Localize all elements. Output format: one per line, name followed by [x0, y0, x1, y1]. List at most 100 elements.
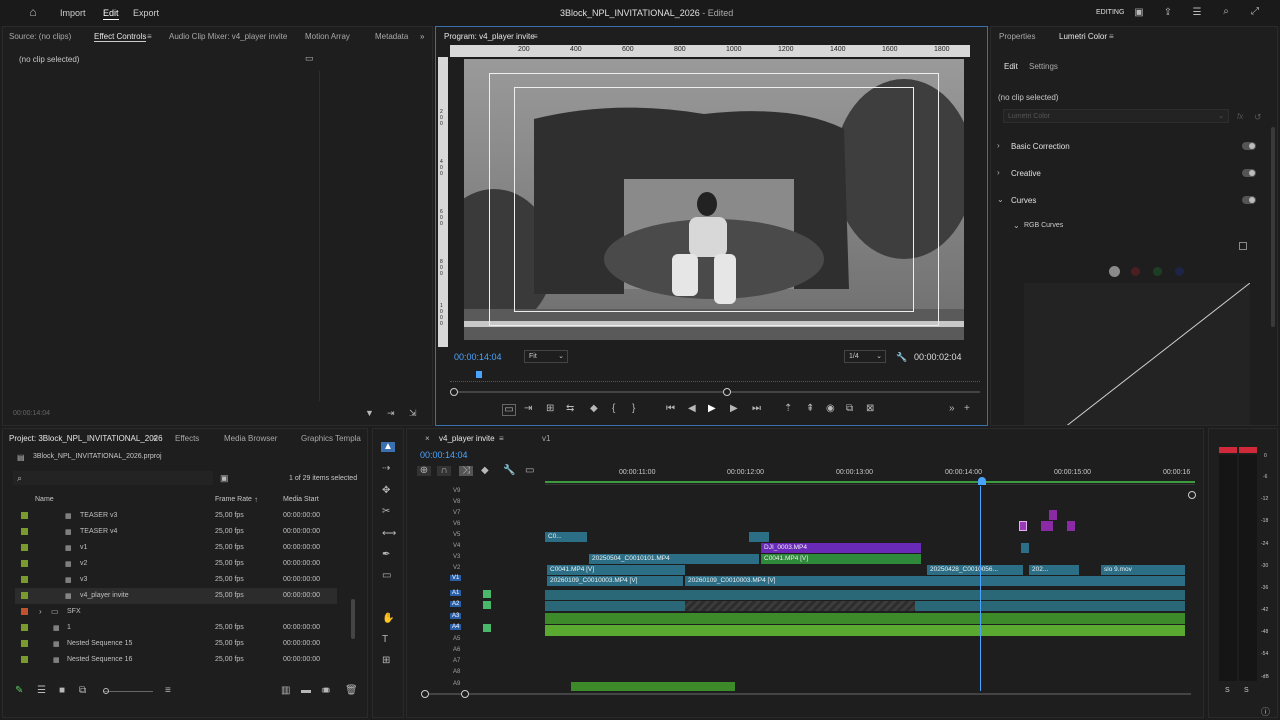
export-frame-icon[interactable]: ⇲: [409, 408, 417, 418]
curves-toggle[interactable]: [1242, 196, 1256, 204]
wrench-icon[interactable]: 🔧: [896, 352, 907, 362]
tab-source[interactable]: Source: (no clips): [9, 32, 71, 41]
audio-clip-a4[interactable]: [545, 625, 1185, 636]
keyframe-toggle-icon[interactable]: ▭: [305, 53, 314, 63]
clip-v5-b[interactable]: [749, 532, 769, 542]
mini-playhead[interactable]: [476, 371, 482, 378]
extract-icon[interactable]: ⇞: [806, 404, 814, 414]
clip-v2-b[interactable]: 20250428_C0010056...: [927, 565, 1023, 575]
clip-v2-a[interactable]: C0041.MP4 [V]: [547, 565, 685, 575]
timeline-scroll-handle-left[interactable]: [421, 690, 429, 698]
track-v1[interactable]: V1: [450, 575, 462, 581]
multicam-icon[interactable]: ⧉: [846, 404, 853, 414]
add-button-icon[interactable]: +: [964, 404, 970, 414]
list-item[interactable]: ▦ Nested Sequence 16 25,00 fps 00:00:00:…: [15, 652, 367, 668]
chevron-right-icon[interactable]: ›: [997, 168, 1000, 178]
project-scrollbar[interactable]: [351, 599, 355, 639]
list-item-selected[interactable]: ▦ v4_player invite 25,00 fps 00:00:00:00: [15, 588, 337, 604]
tab-metadata[interactable]: Metadata: [375, 32, 408, 41]
timeline-scroll-handle-right[interactable]: [461, 690, 469, 698]
clip-v6-b[interactable]: [1041, 521, 1053, 531]
marker-icon[interactable]: ◆: [590, 404, 598, 414]
linked-selection-icon[interactable]: ⤨: [459, 466, 473, 476]
list-item[interactable]: ▦ TEASER v3 25,00 fps 00:00:00:00: [15, 508, 367, 524]
track-a6[interactable]: A6: [453, 647, 460, 653]
settings-wrench-icon[interactable]: 🔧: [503, 466, 515, 476]
rgb-curves-label[interactable]: RGB Curves: [1024, 222, 1063, 229]
tab-sequence-v1[interactable]: v1: [542, 434, 550, 443]
list-item[interactable]: ▦ Nested Sequence 15 25,00 fps 00:00:00:…: [15, 636, 367, 652]
track-area[interactable]: C0... DJI_0003.MP4 20250504_C0010101.MP4…: [545, 486, 1187, 691]
vr-icon[interactable]: ⊠: [866, 404, 874, 414]
close-icon[interactable]: ×: [425, 434, 430, 444]
tab-effects[interactable]: Effects: [175, 434, 199, 443]
tab-properties[interactable]: Properties: [999, 32, 1035, 41]
clip-v3-a[interactable]: 20250504_C0010101.MP4: [589, 554, 759, 564]
effect-select[interactable]: Lumetri Color ⌄: [1003, 109, 1229, 123]
project-search[interactable]: ⌕: [13, 471, 213, 485]
subtab-edit[interactable]: Edit: [1004, 62, 1018, 71]
rectangle-icon[interactable]: ▭: [382, 571, 391, 581]
col-frame-rate[interactable]: Frame Rate: [215, 496, 252, 503]
go-to-in-icon[interactable]: ⏮: [666, 404, 675, 414]
clip-v6-c[interactable]: [1067, 521, 1075, 531]
list-item[interactable]: › ▭ SFX: [15, 604, 367, 620]
track-a5[interactable]: A5: [453, 636, 460, 642]
ripple-edit-icon[interactable]: ✥: [382, 486, 390, 496]
subtab-settings[interactable]: Settings: [1029, 62, 1058, 71]
lift-icon[interactable]: ⇡: [784, 404, 792, 414]
filter-icon[interactable]: ▼: [365, 408, 374, 418]
program-timecode[interactable]: 00:00:14:04: [454, 352, 502, 362]
menu-edit[interactable]: Edit: [103, 8, 119, 20]
automate-icon[interactable]: ▥: [281, 686, 290, 696]
track-v5[interactable]: V5: [453, 532, 460, 538]
panel-icon[interactable]: ▣: [1133, 8, 1145, 18]
rgb-curves-checkbox[interactable]: [1239, 242, 1247, 250]
sort-icon[interactable]: ≡: [165, 686, 171, 696]
tab-lumetri[interactable]: Lumetri Color: [1059, 32, 1107, 41]
track-a4[interactable]: A4: [450, 624, 462, 630]
mark-in-icon[interactable]: {: [612, 404, 615, 414]
info-icon[interactable]: ⓘ: [1261, 707, 1270, 717]
curve-channel-red[interactable]: [1131, 267, 1140, 276]
track-a3[interactable]: A3: [450, 613, 462, 619]
track-a9[interactable]: A9: [453, 681, 460, 687]
video-frame[interactable]: [464, 59, 964, 340]
curve-channel-white[interactable]: [1109, 266, 1120, 277]
mute-a1[interactable]: [483, 590, 491, 598]
work-area-bar[interactable]: [545, 481, 1195, 483]
timeline-timecode[interactable]: 00:00:14:04: [420, 450, 468, 460]
resolution-dropdown[interactable]: 1/4 ⌄: [844, 350, 886, 363]
track-v3[interactable]: V3: [453, 554, 460, 560]
caption-icon[interactable]: ⊞: [382, 656, 390, 666]
tab-menu-icon[interactable]: ≡: [147, 32, 152, 42]
audio-clip-a1[interactable]: [545, 590, 1185, 600]
share-icon[interactable]: ⇪: [1162, 8, 1174, 18]
clip-v4-a[interactable]: DJI_0003.MP4: [761, 543, 921, 553]
tab-audio-mixer[interactable]: Audio Clip Mixer: v4_player invite: [169, 32, 287, 41]
track-v6[interactable]: V6: [453, 521, 460, 527]
captions-icon[interactable]: ▭: [525, 466, 534, 476]
list-view-icon[interactable]: ☰: [37, 686, 46, 696]
track-a1[interactable]: A1: [450, 590, 462, 596]
audio-clip-a2-b[interactable]: [685, 601, 915, 611]
hand-icon[interactable]: ✋: [382, 614, 394, 624]
section-basic-correction[interactable]: Basic Correction: [1011, 142, 1070, 151]
chevron-right-icon[interactable]: ›: [39, 607, 42, 617]
overwrite-icon[interactable]: ⊞: [546, 404, 554, 414]
tab-graphics-templates[interactable]: Graphics Templa: [301, 434, 361, 443]
chevron-right-icon[interactable]: ›: [997, 141, 1000, 151]
time-ruler[interactable]: 00:00:11:00 00:00:12:00 00:00:13:00 00:0…: [545, 465, 1195, 485]
list-item[interactable]: ▦ v1 25,00 fps 00:00:00:00: [15, 540, 367, 556]
more-controls-icon[interactable]: »: [949, 404, 955, 414]
home-icon[interactable]: ⌂: [26, 6, 40, 18]
workspace-label[interactable]: EDITING: [1096, 9, 1124, 16]
razor-icon[interactable]: ✂: [382, 507, 390, 517]
pencil-icon[interactable]: ✎: [15, 686, 23, 696]
curve-channel-green[interactable]: [1153, 267, 1162, 276]
mini-time-ruler[interactable]: [450, 372, 980, 382]
zoom-slider[interactable]: [103, 691, 153, 692]
new-item-icon[interactable]: ■: [323, 686, 329, 696]
camera-icon[interactable]: ◉: [826, 404, 835, 414]
tab-sequence-v4[interactable]: v4_player invite: [439, 434, 495, 443]
